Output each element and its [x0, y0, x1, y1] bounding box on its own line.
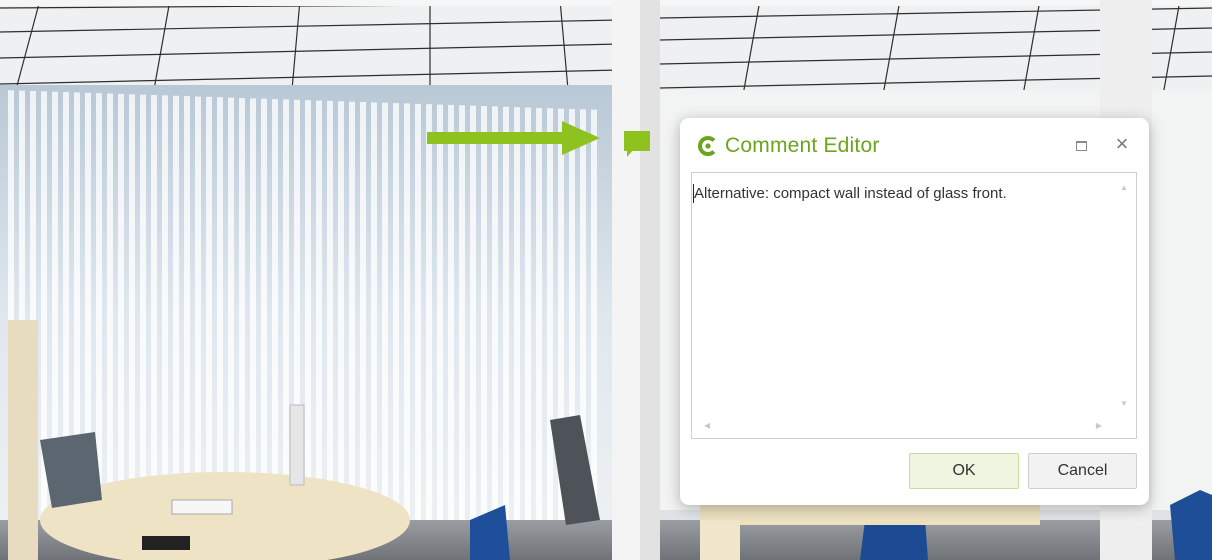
blind-slat	[591, 109, 597, 540]
scroll-right-icon[interactable]: ▶	[1096, 421, 1102, 430]
blind-slat	[239, 97, 245, 528]
maximize-icon[interactable]	[1072, 138, 1090, 154]
blind-slat	[129, 94, 135, 525]
app-logo-icon	[698, 136, 718, 156]
blind-slat	[250, 98, 256, 529]
blind-slat	[338, 101, 344, 532]
scroll-left-icon[interactable]: ◀	[704, 421, 710, 430]
scroll-up-icon[interactable]: ▲	[1120, 183, 1128, 192]
blind-slat	[404, 103, 410, 534]
blind-slat	[547, 108, 553, 539]
blind-slat	[162, 95, 168, 526]
blind-slat	[503, 106, 509, 537]
scroll-down-icon[interactable]: ▼	[1120, 399, 1128, 408]
blind-slat	[492, 106, 498, 537]
blind-slat	[316, 100, 322, 531]
blind-slat	[360, 102, 366, 532]
laptop	[171, 499, 233, 515]
blind-slat	[393, 103, 399, 534]
dialog-titlebar[interactable]: Comment Editor ×	[680, 118, 1149, 174]
blind-slat	[382, 102, 388, 533]
blind-slat	[195, 96, 201, 527]
blind-slat	[173, 95, 179, 526]
blind-slat	[415, 103, 421, 534]
blind-slat	[327, 100, 333, 531]
desk-right	[700, 505, 1040, 525]
pointer-arrow-shaft	[427, 132, 567, 144]
blind-slat	[481, 106, 487, 537]
blind-slat	[536, 107, 542, 538]
blind-slat	[437, 104, 443, 535]
blind-slat	[206, 96, 212, 527]
blind-slat	[459, 105, 465, 536]
arrow-right-icon	[562, 121, 600, 155]
blind-slat	[272, 99, 278, 530]
ceiling-beam	[0, 0, 1212, 6]
cancel-button[interactable]: Cancel	[1028, 453, 1137, 489]
monitor	[289, 404, 305, 486]
ok-button[interactable]: OK	[909, 453, 1019, 489]
blind-slat	[217, 97, 223, 528]
comment-textarea[interactable]: Alternative: compact wall instead of gla…	[691, 172, 1137, 439]
blind-slat	[448, 104, 454, 535]
blind-slat	[426, 104, 432, 535]
blind-slat	[283, 99, 289, 530]
comment-marker-icon[interactable]	[624, 131, 650, 157]
blind-slat	[107, 93, 113, 524]
shelf	[8, 320, 38, 560]
column-left-shade	[640, 0, 660, 560]
blind-slat	[184, 96, 190, 527]
phone	[142, 536, 190, 550]
blind-slat	[228, 97, 234, 528]
blind-slat	[140, 94, 146, 525]
blind-slat	[470, 105, 476, 536]
blind-slat	[514, 107, 520, 538]
comment-text: Alternative: compact wall instead of gla…	[694, 185, 1007, 202]
blind-slat	[371, 102, 377, 533]
blind-slat	[151, 95, 157, 526]
blind-slat	[118, 93, 124, 524]
comment-editor-dialog: Comment Editor × Alternative: compact wa…	[680, 118, 1149, 505]
drawer	[700, 520, 740, 560]
blind-slat	[349, 101, 355, 532]
close-icon[interactable]: ×	[1113, 133, 1131, 155]
dialog-title: Comment Editor	[725, 134, 880, 157]
blind-slat	[305, 100, 311, 531]
blind-slat	[261, 98, 267, 529]
blind-slat	[525, 107, 531, 538]
